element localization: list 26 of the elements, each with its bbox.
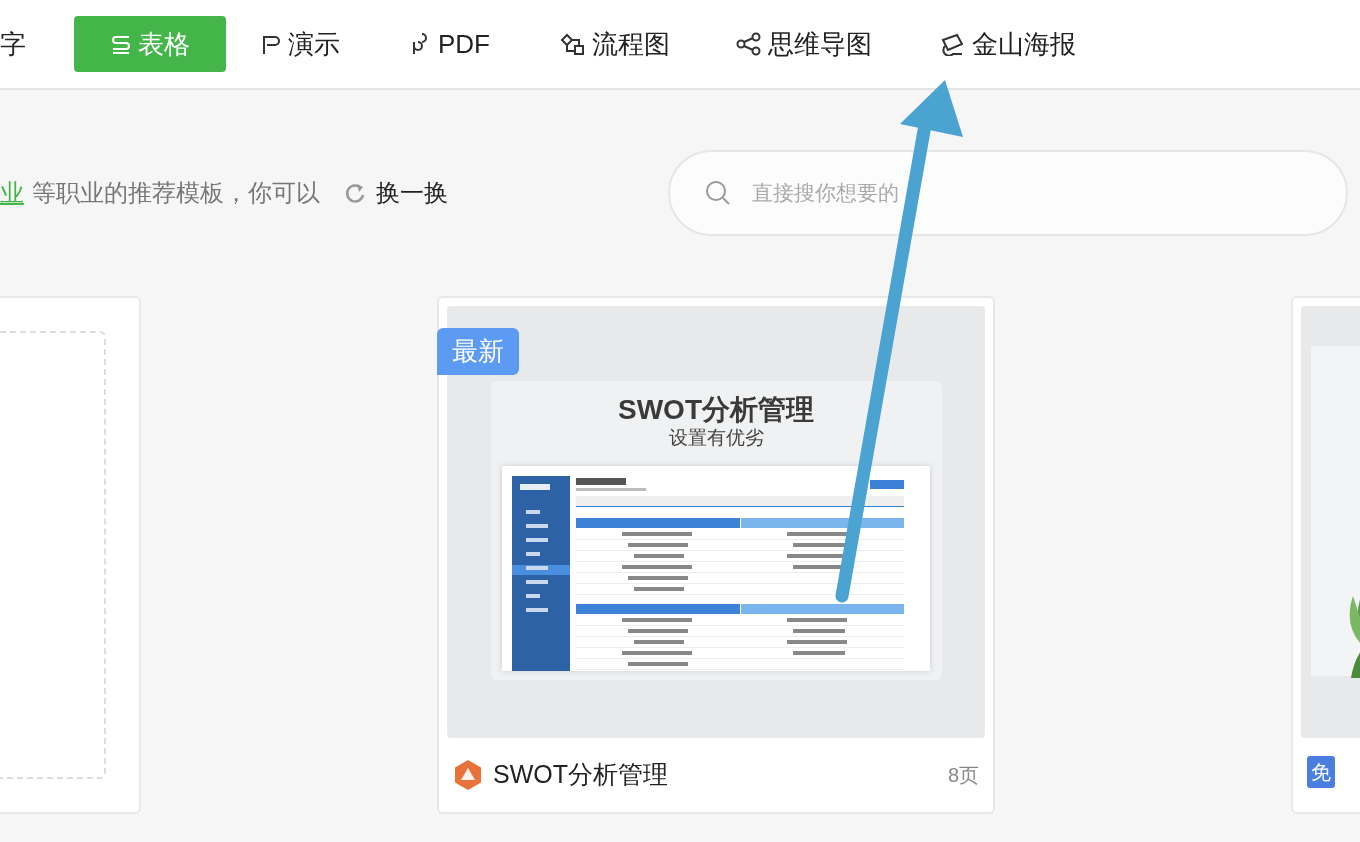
mind-map-icon (736, 32, 762, 56)
hexagon-logo-icon (453, 758, 483, 791)
nav-tab[interactable]: 思维导图 (722, 16, 886, 72)
search-field[interactable]: 直接搜你想要的 (668, 150, 1348, 236)
flowchart-icon (560, 32, 586, 56)
nav-tab[interactable]: 流程图 (546, 16, 684, 72)
s-icon (110, 33, 132, 55)
page-count: 8页 (947, 762, 979, 788)
search-icon (704, 179, 732, 207)
refresh-button[interactable]: 换一换 (344, 175, 448, 211)
nav-tab[interactable]: PDF (396, 16, 504, 72)
poster-icon (940, 32, 966, 56)
nav-tab[interactable]: 金山海报 (926, 16, 1090, 72)
preview-subtitle: 设置有优劣 (668, 425, 764, 450)
preview-title: SWOT分析管理 (618, 395, 814, 426)
recommend-text: 等职业的推荐模板，你可以 (32, 178, 320, 208)
nav-tab[interactable]: 演示 (246, 16, 354, 72)
blank-template-card[interactable] (0, 296, 141, 814)
free-badge: 免 (1307, 756, 1335, 788)
template-card[interactable]: 免 (1291, 296, 1360, 814)
p-icon (260, 33, 282, 55)
template-card[interactable]: SWOT分析管理 设置有优劣 最新 SWOT分析管理 8页 (437, 296, 995, 814)
new-badge: 最新 (437, 328, 519, 375)
refresh-icon (344, 182, 366, 204)
template-title: SWOT分析管理 (493, 759, 668, 790)
nav-tab[interactable]: 字 (0, 16, 40, 72)
